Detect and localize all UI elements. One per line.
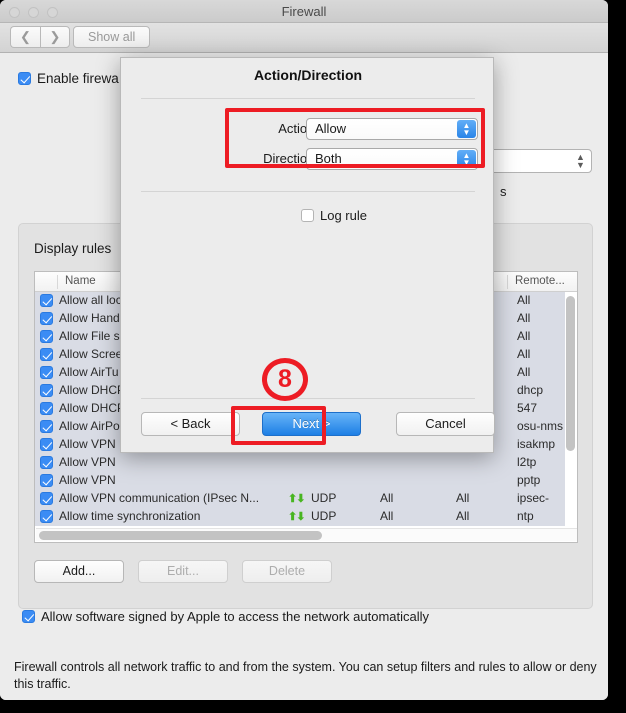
rule-enabled-checkbox[interactable]: [40, 384, 53, 398]
rule-port: 547: [517, 401, 538, 415]
chevron-left-icon[interactable]: ❮: [10, 26, 40, 48]
divider: [141, 398, 475, 399]
rule-enabled-checkbox[interactable]: [40, 456, 53, 470]
rule-name: Allow VPN: [59, 473, 116, 487]
window-toolbar: ❮ ❯ Show all: [0, 23, 608, 53]
window-titlebar: Firewall: [0, 0, 608, 23]
window-title: Firewall: [281, 4, 327, 19]
column-header-check[interactable]: [35, 275, 57, 289]
next-button[interactable]: Next >: [262, 412, 361, 436]
back-button[interactable]: < Back: [141, 412, 240, 436]
cancel-button[interactable]: Cancel: [396, 412, 495, 436]
rule-name: Allow AirTu: [59, 365, 119, 379]
rule-enabled-checkbox[interactable]: [40, 420, 53, 434]
direction-selected-value: Both: [315, 151, 342, 166]
rule-enabled-checkbox[interactable]: [40, 294, 53, 308]
table-row[interactable]: Allow VPN l2tp: [35, 454, 565, 472]
rule-direction: ⬆⬇: [288, 509, 305, 523]
stepper-icon[interactable]: ▲ ▼: [457, 150, 476, 168]
rule-name: Allow all loc: [59, 293, 122, 307]
delete-rule-button: Delete: [242, 560, 332, 583]
annotation-step-number: 8: [262, 358, 308, 401]
rule-name: Allow Hand: [59, 311, 120, 325]
column-header-remote[interactable]: Remote...: [507, 275, 565, 289]
rule-port: All: [517, 329, 531, 343]
rule-enabled-checkbox[interactable]: [40, 312, 53, 326]
rule-local: All: [380, 491, 394, 505]
firewall-window: Firewall ❮ ❯ Show all Enable firewa ▲ ▼ s…: [0, 0, 608, 700]
action-selected-value: Allow: [315, 121, 347, 136]
column-header-name[interactable]: Name: [57, 275, 96, 289]
table-vertical-scrollbar[interactable]: [566, 294, 575, 522]
allow-apple-signed-row[interactable]: Allow software signed by Apple to access…: [22, 609, 429, 624]
enable-firewall-label: Enable firewa: [37, 71, 119, 86]
rule-name: Allow VPN: [59, 437, 116, 451]
table-row[interactable]: Allow VPN communication (IPsec N... ⬆⬇ UDP…: [35, 490, 565, 519]
add-rule-button[interactable]: Add...: [34, 560, 124, 583]
table-row[interactable]: Allow VPN pptp: [35, 472, 565, 490]
rule-enabled-checkbox[interactable]: [40, 438, 53, 452]
enable-firewall-row[interactable]: Enable firewa: [18, 71, 119, 86]
rule-port: All: [517, 311, 531, 325]
rule-name: Allow AirPo: [59, 419, 120, 433]
rule-port: l2tp: [517, 455, 537, 469]
direction-both-icon: ⬆⬇: [288, 493, 305, 505]
stepper-icon[interactable]: ▲ ▼: [457, 120, 476, 138]
dialog-title: Action/Direction: [253, 67, 363, 83]
direction-both-icon: ⬆⬇: [288, 511, 305, 523]
rule-name: Allow DHCP: [59, 383, 126, 397]
enable-firewall-checkbox[interactable]: [18, 72, 31, 85]
show-all-button[interactable]: Show all: [73, 26, 151, 48]
rule-enabled-checkbox[interactable]: [40, 348, 53, 362]
rule-port: All: [517, 347, 531, 361]
divider: [141, 191, 475, 192]
rule-protocol: UDP: [311, 509, 337, 523]
rule-enabled-checkbox[interactable]: [40, 510, 53, 524]
rule-name: Allow time synchronization: [59, 509, 201, 523]
rule-remote: All: [456, 491, 470, 505]
log-rule-label: Log rule: [320, 208, 367, 223]
rule-enabled-checkbox[interactable]: [40, 330, 53, 344]
display-rules-label: Display rules: [34, 241, 112, 256]
scrollbar-thumb[interactable]: [566, 296, 575, 451]
rule-port: osu-nms: [517, 419, 564, 433]
rule-port: isakmp: [517, 437, 556, 451]
log-rule-row[interactable]: Log rule: [301, 208, 367, 223]
rule-name: Allow DHCP: [59, 401, 126, 415]
rule-port: All: [517, 365, 531, 379]
edit-rule-button: Edit...: [138, 560, 228, 583]
rule-remote: All: [456, 509, 470, 523]
rule-protocol: UDP: [311, 491, 337, 505]
rule-direction: ⬆⬇: [288, 491, 305, 505]
rule-port: dhcp: [517, 383, 544, 397]
allow-apple-signed-checkbox[interactable]: [22, 610, 35, 623]
action-popup-button[interactable]: Allow ▲ ▼: [306, 118, 478, 140]
rule-port: ntp: [517, 509, 534, 523]
rule-name: Allow VPN communication (IPsec N...: [59, 491, 260, 505]
rule-name: Allow Scree: [59, 347, 123, 361]
rule-name: Allow VPN: [59, 455, 116, 469]
direction-popup-button[interactable]: Both ▲ ▼: [306, 148, 478, 170]
table-horizontal-scrollbar[interactable]: [36, 528, 577, 541]
log-rule-checkbox[interactable]: [301, 209, 314, 222]
stepper-icon[interactable]: ▲ ▼: [575, 153, 586, 170]
rule-port: All: [517, 293, 531, 307]
divider: [141, 98, 475, 99]
rule-enabled-checkbox[interactable]: [40, 402, 53, 416]
rule-enabled-checkbox[interactable]: [40, 366, 53, 380]
allow-apple-signed-label: Allow software signed by Apple to access…: [41, 609, 430, 624]
rule-enabled-checkbox[interactable]: [40, 492, 53, 506]
table-row[interactable]: Allow time synchronization ⬆⬇ UDP All All ntp: [35, 508, 565, 526]
rule-enabled-checkbox[interactable]: [40, 474, 53, 488]
rule-local: All: [380, 509, 394, 523]
rule-name: Allow File s: [59, 329, 120, 343]
scrollbar-thumb[interactable]: [39, 531, 322, 540]
rule-port: pptp: [517, 473, 541, 487]
pane-description: Firewall controls all network traffic to…: [14, 660, 597, 691]
chevron-right-icon[interactable]: ❯: [40, 26, 70, 48]
action-direction-dialog: Action/Direction Action: Allow ▲ ▼ Direct…: [120, 57, 495, 453]
top-text-fragment: s: [500, 184, 507, 199]
